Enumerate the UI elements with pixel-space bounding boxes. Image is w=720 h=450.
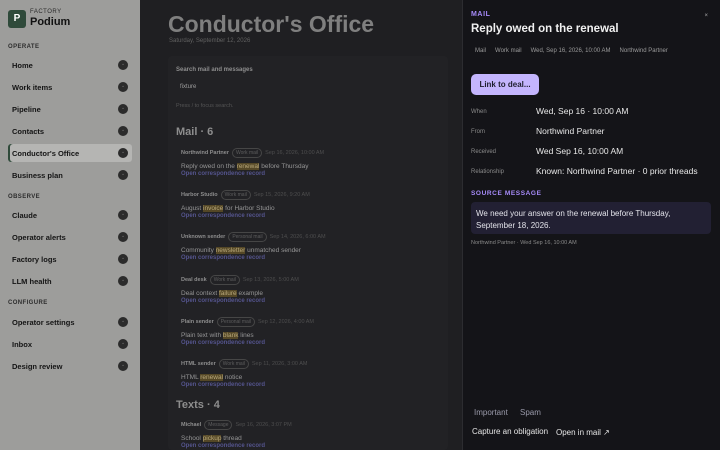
count-badge: ◦ (118, 339, 128, 349)
section-observe: OBSERVE (8, 194, 41, 200)
section-operate: OPERATE (8, 44, 40, 50)
sidebar-item-factory-logs[interactable]: Factory logs ◦ (8, 250, 132, 268)
open-in-mail-link[interactable]: Open in mail ↗ (556, 428, 610, 437)
brand-name: Podium (30, 16, 71, 28)
count-badge: ◦ (118, 210, 128, 220)
sidebar-item-home[interactable]: Home ◦ (8, 56, 132, 74)
count-badge: ◦ (118, 361, 128, 371)
meta-chips: Mail Work mail Wed, Sep 16, 2026, 10:00 … (475, 48, 668, 54)
sidebar-item-work-items[interactable]: Work items ◦ (8, 78, 132, 96)
field-relationship: Relationship Known: Northwind Partner · 0… (471, 166, 698, 176)
count-badge: ◦ (118, 232, 128, 242)
drawer-kicker: MAIL (471, 11, 491, 18)
drawer-backdrop[interactable] (140, 0, 462, 450)
field-received: Received Wed Sep 16, 10:00 AM (471, 146, 624, 156)
chip-account: Work mail (495, 48, 522, 54)
sidebar: P FACTORY Podium OPERATE Home ◦ Work item… (0, 0, 140, 450)
source-message: We need your answer on the renewal befor… (471, 202, 711, 234)
brand-kicker: FACTORY (30, 9, 62, 15)
link-to-deal-button[interactable]: Link to deal... (471, 74, 539, 95)
sidebar-item-operator-alerts[interactable]: Operator alerts ◦ (8, 228, 132, 246)
count-badge: ◦ (118, 254, 128, 264)
chip-sender: Northwind Partner (619, 48, 668, 54)
count-badge: ◦ (118, 276, 128, 286)
important-button[interactable]: Important (474, 408, 508, 417)
drawer-title: Reply owed on the renewal (471, 23, 619, 35)
count-badge: ◦ (118, 60, 128, 70)
count-badge: ◦ (118, 126, 128, 136)
mail-detail-drawer: MAIL Reply owed on the renewal × Mail Wo… (462, 0, 720, 450)
sidebar-item-claude[interactable]: Claude ◦ (8, 206, 132, 224)
source-meta: Northwind Partner · Wed Sep 16, 10:00 AM (471, 240, 577, 246)
sidebar-item-contacts[interactable]: Contacts ◦ (8, 122, 132, 140)
chip-kind: Mail (475, 48, 487, 54)
spam-button[interactable]: Spam (520, 408, 541, 417)
count-badge: ◦ (118, 82, 128, 92)
count-badge: ◦ (118, 317, 128, 327)
sidebar-item-llm-health[interactable]: LLM health ◦ (8, 272, 132, 290)
sidebar-item-pipeline[interactable]: Pipeline ◦ (8, 100, 132, 118)
count-badge: ◦ (118, 148, 128, 158)
sidebar-item-inbox[interactable]: Inbox ◦ (8, 335, 132, 353)
chip-date: Wed, Sep 16, 2026, 10:00 AM (530, 48, 611, 54)
sidebar-item-design-review[interactable]: Design review ◦ (8, 357, 132, 375)
logo: P (8, 9, 26, 28)
capture-obligation-button[interactable]: Capture an obligation (472, 427, 548, 436)
brand[interactable]: P FACTORY Podium (8, 9, 70, 28)
close-icon[interactable]: × (704, 13, 708, 19)
sidebar-item-business-plan[interactable]: Business plan ◦ (8, 166, 132, 184)
count-badge: ◦ (118, 170, 128, 180)
field-when: When Wed, Sep 16 · 10:00 AM (471, 106, 629, 116)
source-heading: SOURCE MESSAGE (471, 190, 542, 197)
sidebar-item-conductors-office[interactable]: Conductor's Office ◦ (8, 144, 132, 162)
section-configure: CONFIGURE (8, 300, 48, 306)
field-from: From Northwind Partner (471, 126, 605, 136)
count-badge: ◦ (118, 104, 128, 114)
sidebar-item-operator-settings[interactable]: Operator settings ◦ (8, 313, 132, 331)
